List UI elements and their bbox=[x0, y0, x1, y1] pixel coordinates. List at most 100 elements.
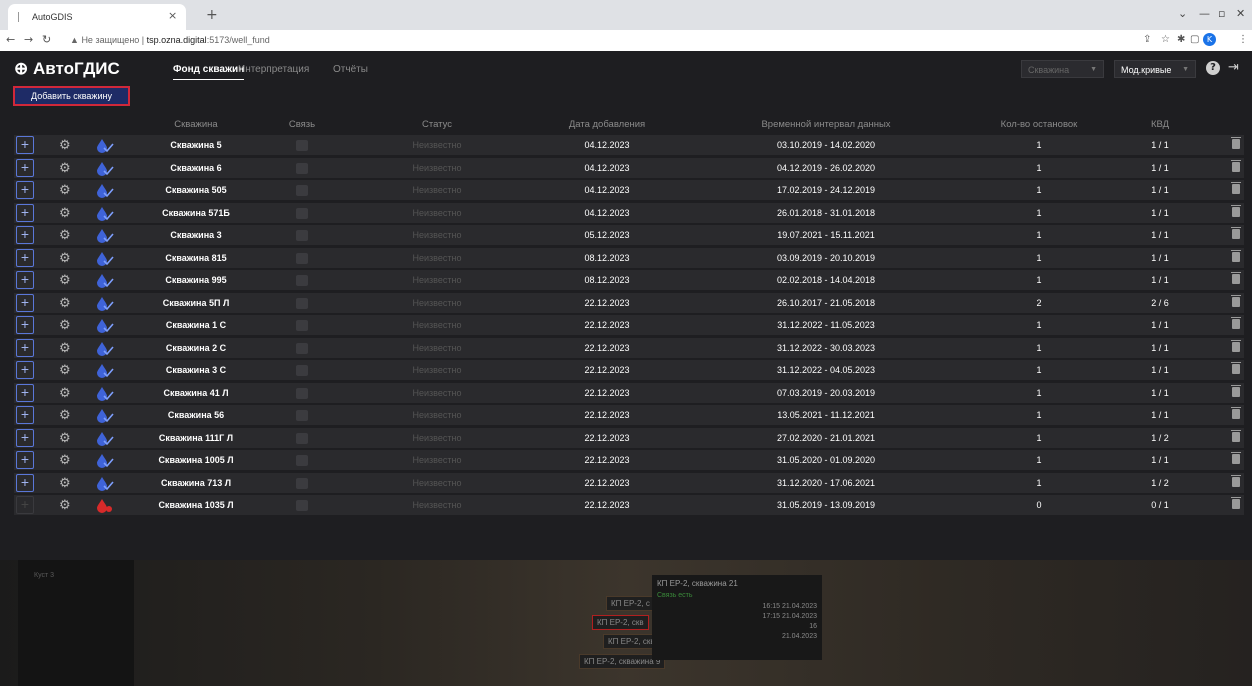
well-name[interactable]: Скважина 995 bbox=[165, 275, 226, 285]
tab-reports[interactable]: Отчёты bbox=[333, 64, 368, 75]
table-row[interactable]: + ⚙ Скважина 3 Неизвестно 05.12.2023 19.07.20… bbox=[14, 225, 1244, 245]
table-row[interactable]: + ⚙ Скважина 995 Неизвестно 08.12.2023 02.02.… bbox=[14, 270, 1244, 290]
well-name[interactable]: Скважина 3 С bbox=[166, 365, 226, 375]
oil-drop-icon[interactable] bbox=[96, 251, 114, 266]
oil-drop-icon[interactable] bbox=[96, 363, 114, 378]
gear-icon[interactable]: ⚙ bbox=[59, 340, 71, 356]
well-name[interactable]: Скважина 5 bbox=[170, 140, 221, 150]
table-row[interactable]: + ⚙ Скважина 1005 Л Неизвестно 22.12.2023 31.… bbox=[14, 450, 1244, 470]
browser-tab[interactable]: AutoGDIS × bbox=[8, 4, 186, 30]
expand-plus-button[interactable]: + bbox=[16, 383, 34, 402]
trash-icon[interactable] bbox=[1231, 159, 1241, 172]
gear-icon[interactable]: ⚙ bbox=[59, 205, 71, 221]
tab-close-button[interactable]: × bbox=[168, 9, 177, 22]
gear-icon[interactable]: ⚙ bbox=[59, 385, 71, 401]
gear-icon[interactable]: ⚙ bbox=[59, 272, 71, 288]
table-row[interactable]: + ⚙ Скважина 56 Неизвестно 22.12.2023 13.05.2… bbox=[14, 405, 1244, 425]
minimize-button[interactable]: — bbox=[1199, 7, 1210, 20]
table-row[interactable]: + ⚙ Скважина 41 Л Неизвестно 22.12.2023 07.03… bbox=[14, 382, 1244, 403]
oil-drop-icon[interactable] bbox=[96, 228, 114, 243]
expand-plus-button[interactable]: + bbox=[16, 361, 34, 379]
tab-well-fund[interactable]: Фонд скважин bbox=[173, 64, 245, 80]
oil-drop-icon[interactable] bbox=[96, 273, 114, 288]
expand-plus-button[interactable]: + bbox=[16, 226, 34, 244]
well-name[interactable]: Скважина 2 С bbox=[166, 343, 226, 353]
reload-icon[interactable]: ↻ bbox=[42, 33, 51, 46]
trash-icon[interactable] bbox=[1231, 272, 1241, 284]
oil-drop-icon[interactable] bbox=[96, 453, 114, 468]
table-row[interactable]: + ⚙ Скважина 2 С Неизвестно 22.12.2023 31.12.… bbox=[14, 337, 1244, 358]
table-row[interactable]: + ⚙ Скважина 571Б Неизвестно 04.12.2023 26.01… bbox=[14, 202, 1244, 223]
gear-icon[interactable]: ⚙ bbox=[59, 227, 71, 243]
well-name[interactable]: Скважина 56 bbox=[168, 410, 224, 420]
star-icon[interactable]: ☆ bbox=[1161, 34, 1170, 45]
well-name[interactable]: Скважина 3 bbox=[170, 230, 221, 240]
table-row[interactable]: + ⚙ Скважина 1 С Неизвестно 22.12.2023 31.12.… bbox=[14, 315, 1244, 335]
gear-icon[interactable]: ⚙ bbox=[59, 475, 71, 491]
trash-icon[interactable] bbox=[1231, 249, 1241, 262]
table-row[interactable]: + ⚙ Скважина 713 Л Неизвестно 22.12.2023 31.1… bbox=[14, 472, 1244, 493]
tree-root[interactable]: Куст 3 bbox=[34, 572, 54, 579]
expand-plus-button[interactable]: + bbox=[16, 428, 34, 447]
expand-plus-button[interactable]: + bbox=[16, 338, 34, 357]
gear-icon[interactable]: ⚙ bbox=[59, 182, 71, 198]
table-row[interactable]: + ⚙ Скважина 111Г Л Неизвестно 22.12.2023 27.… bbox=[14, 427, 1244, 448]
app-logo[interactable]: ⊕ АвтоГДИС bbox=[14, 59, 120, 79]
oil-drop-icon[interactable] bbox=[96, 161, 114, 176]
map-label[interactable]: КП ЕР-2, скв bbox=[592, 615, 649, 630]
oil-drop-icon[interactable] bbox=[96, 206, 114, 221]
table-row[interactable]: + ⚙ Скважина 505 Неизвестно 04.12.2023 17.02.… bbox=[14, 180, 1244, 200]
trash-icon[interactable] bbox=[1231, 227, 1241, 239]
trash-icon[interactable] bbox=[1231, 362, 1241, 374]
trash-icon[interactable] bbox=[1231, 497, 1241, 509]
oil-drop-icon[interactable] bbox=[96, 476, 114, 491]
trash-icon[interactable] bbox=[1231, 317, 1241, 329]
well-name[interactable]: Скважина 6 bbox=[170, 163, 221, 173]
gear-icon[interactable]: ⚙ bbox=[59, 250, 71, 266]
expand-plus-button[interactable]: + bbox=[16, 451, 34, 469]
expand-plus-button[interactable]: + bbox=[16, 203, 34, 222]
trash-icon[interactable] bbox=[1231, 182, 1241, 194]
forward-arrow-icon[interactable]: → bbox=[24, 33, 33, 46]
oil-drop-icon[interactable] bbox=[96, 318, 114, 333]
trash-icon[interactable] bbox=[1231, 137, 1241, 149]
maximize-button[interactable]: ▫ bbox=[1218, 7, 1225, 20]
oil-drop-icon[interactable] bbox=[96, 498, 114, 513]
well-select[interactable]: Скважина ▼ bbox=[1021, 60, 1104, 78]
table-row[interactable]: + ⚙ Скважина 6 Неизвестно 04.12.2023 04.12.20… bbox=[14, 157, 1244, 178]
add-well-button[interactable]: Добавить скважину bbox=[13, 86, 130, 106]
profile-avatar[interactable]: K bbox=[1203, 33, 1216, 46]
expand-plus-button[interactable]: + bbox=[16, 248, 34, 267]
well-name[interactable]: Скважина 815 bbox=[165, 253, 226, 263]
oil-drop-icon[interactable] bbox=[96, 408, 114, 423]
table-row[interactable]: + ⚙ Скважина 3 С Неизвестно 22.12.2023 31.12.… bbox=[14, 360, 1244, 380]
kebab-menu-icon[interactable]: ⋮ bbox=[1238, 34, 1248, 45]
expand-plus-button[interactable]: + bbox=[16, 158, 34, 177]
gear-icon[interactable]: ⚙ bbox=[59, 497, 71, 513]
trash-icon[interactable] bbox=[1231, 452, 1241, 464]
oil-drop-icon[interactable] bbox=[96, 386, 114, 401]
well-name[interactable]: Скважина 1005 Л bbox=[158, 455, 233, 465]
oil-drop-icon[interactable] bbox=[96, 296, 114, 311]
expand-plus-button[interactable]: + bbox=[16, 406, 34, 424]
oil-drop-icon[interactable] bbox=[96, 341, 114, 356]
expand-plus-button[interactable]: + bbox=[16, 271, 34, 289]
trash-icon[interactable] bbox=[1231, 204, 1241, 217]
well-name[interactable]: Скважина 1035 Л bbox=[158, 500, 233, 510]
tab-interpretation[interactable]: Интерпретация bbox=[238, 64, 309, 75]
model-curves-select[interactable]: Мод.кривые ▼ bbox=[1114, 60, 1196, 78]
well-name[interactable]: Скважина 571Б bbox=[162, 208, 230, 218]
table-row[interactable]: + ⚙ Скважина 1035 Л Неизвестно 22.12.2023 31.… bbox=[14, 495, 1244, 515]
trash-icon[interactable] bbox=[1231, 474, 1241, 487]
expand-plus-button[interactable]: + bbox=[16, 316, 34, 334]
expand-plus-button[interactable]: + bbox=[16, 181, 34, 199]
gear-icon[interactable]: ⚙ bbox=[59, 452, 71, 468]
extensions-icon[interactable]: ✱ bbox=[1177, 34, 1185, 45]
expand-plus-button[interactable]: + bbox=[16, 136, 34, 154]
well-name[interactable]: Скважина 111Г Л bbox=[159, 433, 233, 443]
gear-icon[interactable]: ⚙ bbox=[59, 295, 71, 311]
gear-icon[interactable]: ⚙ bbox=[59, 317, 71, 333]
well-name[interactable]: Скважина 41 Л bbox=[163, 388, 228, 398]
table-row[interactable]: + ⚙ Скважина 5 Неизвестно 04.12.2023 03.10.20… bbox=[14, 135, 1244, 155]
well-name[interactable]: Скважина 5П Л bbox=[163, 298, 230, 308]
